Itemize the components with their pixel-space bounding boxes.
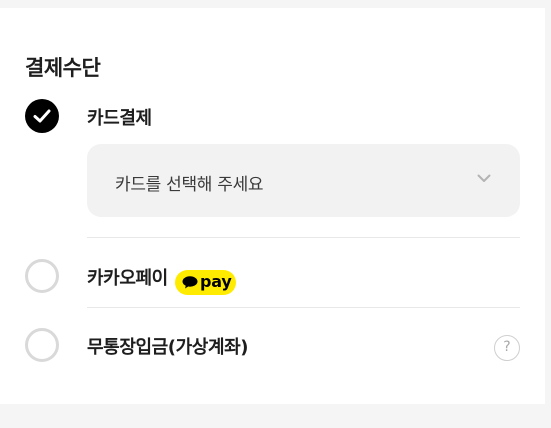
radio-kakaopay[interactable]	[25, 259, 59, 293]
question-mark-icon[interactable]: ?	[494, 335, 520, 361]
kakaopay-badge-text: pay	[200, 272, 232, 291]
check-icon	[33, 109, 51, 123]
section-title: 결제수단	[25, 56, 101, 80]
divider	[87, 307, 520, 308]
chevron-down-icon	[477, 174, 491, 182]
card-select-dropdown[interactable]: 카드를 선택해 주세요	[87, 144, 520, 217]
payment-method-card: 결제수단 카드결제 카드를 선택해 주세요 카카오페이 pay 무통장입금(가상…	[0, 8, 545, 404]
option-label-virtual-account: 무통장입금(가상계좌)	[87, 337, 249, 358]
card-select-placeholder: 카드를 선택해 주세요	[115, 175, 264, 195]
radio-virtual-account[interactable]	[25, 328, 59, 362]
divider	[87, 237, 520, 238]
speech-bubble-icon	[182, 276, 198, 289]
kakaopay-badge: pay	[175, 270, 236, 295]
radio-card-payment[interactable]	[25, 99, 59, 133]
option-label-kakaopay: 카카오페이	[87, 268, 168, 289]
option-label-card-payment: 카드결제	[87, 108, 152, 129]
